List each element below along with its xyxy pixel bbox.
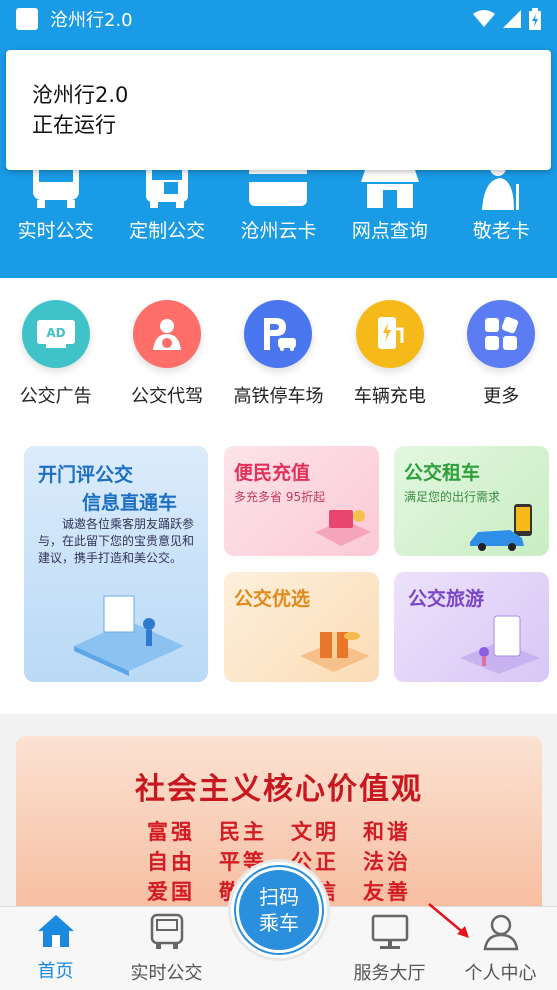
- more-icon: [467, 300, 536, 368]
- service-label: 公交代驾: [131, 386, 204, 407]
- service-label: 高铁停车场: [233, 386, 324, 407]
- nav-realtime-label: 实时公交: [130, 963, 203, 984]
- monitor-icon: [371, 914, 408, 949]
- service-more[interactable]: 更多: [446, 300, 557, 430]
- service-driver[interactable]: 公交代驾: [112, 300, 223, 430]
- service-bus-ads[interactable]: AD 公交广告: [0, 300, 111, 430]
- wifi-icon: [473, 10, 495, 27]
- card-feedback-title1: 开门评公交: [38, 464, 134, 486]
- ad-badge-text: AD: [46, 326, 65, 340]
- scan-ride-inner: 扫码 乘车: [236, 867, 322, 953]
- ad-icon: AD: [21, 300, 90, 368]
- service-label: 更多: [483, 386, 520, 407]
- user-icon: [483, 914, 518, 951]
- quick-item-cloud-card[interactable]: 沧州云卡: [223, 160, 334, 243]
- quick-menu: 实时公交 定制公交 沧州云卡 网点查询 敬老卡: [0, 160, 557, 243]
- nav-realtime-bus[interactable]: 实时公交: [111, 913, 222, 985]
- card-feedback[interactable]: 开门评公交 信息直通车 诚邀各位乘客朋友踊跃参与，在此留下您的宝贵意见和建议，携…: [24, 446, 208, 682]
- battery-icon: [529, 8, 541, 30]
- quick-label: 定制公交: [129, 220, 206, 242]
- running-notification[interactable]: 沧州行2.0 正在运行: [6, 50, 551, 170]
- recharge-illustration-icon: [315, 510, 371, 546]
- card-selection[interactable]: 公交优选: [224, 572, 379, 682]
- card-travel[interactable]: 公交旅游: [394, 572, 549, 682]
- quick-label: 敬老卡: [472, 220, 530, 242]
- scan-ride-button[interactable]: 扫码 乘车: [231, 862, 327, 958]
- quick-label: 沧州云卡: [240, 220, 317, 242]
- service-grid: AD 公交广告 公交代驾 高铁停车场 车辆充电 更多: [0, 278, 557, 430]
- nav-home[interactable]: 首页: [0, 913, 111, 983]
- notification-subtitle: 正在运行: [32, 113, 116, 137]
- card-selection-title: 公交优选: [234, 588, 311, 610]
- signal-icon: [503, 10, 521, 28]
- card-recharge-title: 便民充值: [234, 462, 311, 484]
- card-rent[interactable]: 公交租车 满足您的出行需求: [394, 446, 549, 556]
- service-label: 公交广告: [19, 386, 92, 407]
- card-feedback-desc: 诚邀各位乘客朋友踊跃参与，在此留下您的宝贵意见和建议，携手打造和美公交。: [38, 517, 195, 565]
- scan-line2: 乘车: [259, 911, 299, 935]
- feature-cards: 开门评公交 信息直通车 诚邀各位乘客朋友踊跃参与，在此留下您的宝贵意见和建议，携…: [0, 430, 557, 714]
- card-feedback-title2: 信息直通车: [82, 492, 178, 514]
- service-rail-parking[interactable]: 高铁停车场: [223, 300, 334, 430]
- service-charging[interactable]: 车辆充电: [334, 300, 445, 430]
- home-icon: [37, 915, 74, 947]
- app-notification-icon: [16, 8, 38, 30]
- quick-item-elder-card[interactable]: 敬老卡: [446, 160, 557, 243]
- gift-illustration-icon: [300, 632, 370, 672]
- card-rent-title: 公交租车: [404, 462, 481, 484]
- status-app-title: 沧州行2.0: [50, 10, 133, 31]
- driver-icon: [133, 300, 202, 368]
- card-recharge[interactable]: 便民充值 多充多省 95折起: [224, 446, 379, 556]
- banner-line: 富强 民主 文明 和谐: [147, 819, 411, 844]
- parking-icon: [244, 300, 313, 368]
- quick-label: 实时公交: [17, 220, 94, 242]
- feedback-illustration-icon: [74, 595, 184, 676]
- charging-icon: [355, 300, 424, 368]
- service-label: 车辆充电: [353, 386, 426, 407]
- quick-item-realtime-bus[interactable]: 实时公交: [0, 160, 111, 243]
- nav-home-label: 首页: [37, 961, 74, 982]
- bus-outline-icon: [150, 913, 183, 949]
- notification-title: 沧州行2.0: [32, 83, 129, 107]
- banner-title: 社会主义核心价值观: [135, 772, 423, 807]
- car-illustration-icon: [470, 504, 532, 551]
- card-travel-title: 公交旅游: [408, 588, 485, 610]
- nav-service-label: 服务大厅: [353, 963, 426, 984]
- travel-illustration-icon: [460, 615, 540, 674]
- quick-item-custom-bus[interactable]: 定制公交: [112, 160, 223, 243]
- quick-item-outlet-search[interactable]: 网点查询: [334, 160, 445, 243]
- status-bar: 沧州行2.0: [0, 0, 557, 38]
- annotation-arrow-icon: [428, 903, 469, 938]
- nav-profile-label: 个人中心: [464, 963, 537, 984]
- scan-line1: 扫码: [259, 885, 299, 909]
- quick-label: 网点查询: [351, 220, 428, 242]
